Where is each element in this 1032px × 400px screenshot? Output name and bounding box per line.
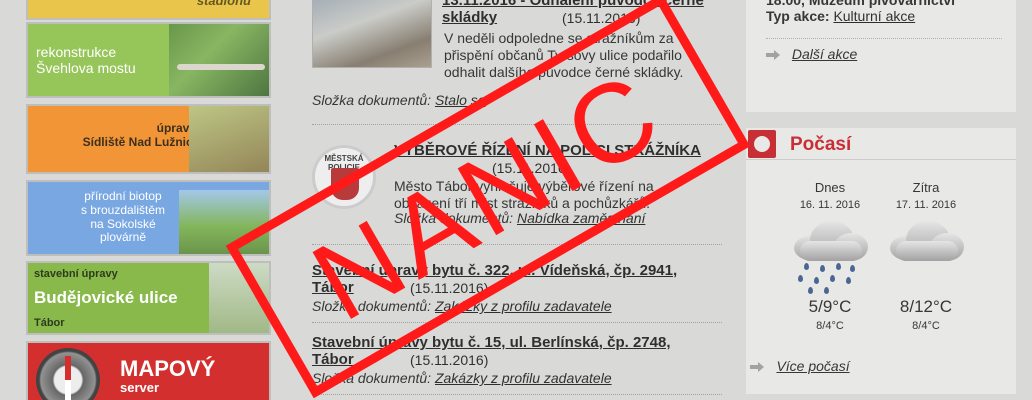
news-2-title[interactable]: VÝBĚROVÉ ŘÍZENÍ NA POLICI STRÁŽNÍKA [394,142,714,159]
biotop-photo [179,190,269,254]
more-weather: Více počasí [750,358,850,376]
weather-day-today: Dnes 16. 11. 2016 5/9°C 8/4°C [780,180,880,332]
news-3-title[interactable]: Stavební úpravy bytu č. 322, ul. Vídeňsk… [312,262,712,297]
weather-temp: 8/12°C [899,297,953,316]
banner-svehlova-label: rekonstrukce Švehlova mostu [36,44,136,77]
banner-biotop-label: přírodní biotop s brouzdalištěm na Sokol… [80,189,166,245]
news-1-date: (15.11.2016) [562,10,641,26]
weather-day-date: 17. 11. 2016 [895,199,957,211]
news-2-text: Město Tábor vyhlašuje výběrové řízení na… [394,178,654,211]
event-type-link[interactable]: Kulturní akce [833,8,915,24]
banner-biotop[interactable]: přírodní biotop s brouzdalištěm na Sokol… [26,180,271,256]
weather-day-tomorrow: Zítra 17. 11. 2016 8/12°C 8/4°C [876,180,976,332]
weather-day-date: 16. 11. 2016 [799,199,861,211]
cloud-icon [876,221,976,295]
banner-svehlova-most[interactable]: rekonstrukce Švehlova mostu [26,22,271,98]
banner-sidliste-label: úpravy Sídliště Nad Lužnicí [82,121,196,149]
event-time-place: 18.00, Muzeum pivovarnictví [766,0,956,8]
news-1-text: V neděli odpoledne se strážníkům za přis… [444,30,684,80]
banner-budej-line1: stavební úpravy [34,268,118,280]
banner-budej-line3: Tábor [34,317,65,329]
banner-budej-line2: Budějovické ulice [34,288,178,307]
compass-icon [36,348,100,400]
news-3-date: (15.11.2016) [410,280,489,296]
divider [312,244,722,245]
bridge-photo [169,24,269,96]
news-4-date: (15.11.2016) [410,352,489,368]
arrow-right-icon [766,50,780,61]
divider [312,322,722,323]
weather-temp-secondary: 8/4°C [912,320,940,332]
news-4-title[interactable]: Stavební úpravy bytu č. 15, ul. Berlínsk… [312,334,712,369]
event-box: 18.00, Muzeum pivovarnictví Typ akce: Ku… [746,0,1016,112]
banner-budejovicka[interactable]: stavební úpravy Budějovické ulice Tábor [26,261,271,335]
news-4-folder: Složka dokumentů: Zakázky z profilu zada… [312,370,612,386]
divider [312,394,722,395]
banner-stadion[interactable]: stadionu [26,0,271,20]
arrow-right-icon [750,361,764,372]
street-photo [209,263,269,333]
weather-temp-secondary: 8/4°C [816,320,844,332]
news-3-folder-link[interactable]: Zakázky z profilu zadavatele [435,298,612,314]
divider [766,38,1002,39]
police-logo[interactable]: MĚSTSKÁ POLICIE [312,145,376,209]
rain-cloud-icon [780,221,880,295]
news-2-date: (15.11.2016) [492,160,571,176]
banner-sidliste[interactable]: úpravy Sídliště Nad Lužnicí [26,104,271,174]
sidliste-photo [189,106,269,172]
weather-day-label: Dnes [814,180,846,195]
weather-temp: 5/9°C [808,297,852,316]
event-type: Typ akce: Kulturní akce [766,8,916,24]
news-2-folder-link[interactable]: Nabídka zaměstnání [517,210,645,226]
more-events: Další akce [766,46,857,62]
weather-logo-icon [748,130,776,158]
more-weather-link[interactable]: Více počasí [776,358,849,374]
news-4-folder-link[interactable]: Zakázky z profilu zadavatele [435,370,612,386]
news-1-folder-link[interactable]: Stalo se [435,92,486,108]
banner-mapa-line1: MAPOVÝ [120,356,216,381]
news-1-folder: Složka dokumentů: Stalo se [312,92,486,108]
weather-widget: Počasí Dnes 16. 11. 2016 5/9°C 8/4°C Zít… [746,128,1016,394]
weather-title: Počasí [790,134,852,155]
banner-mapa-line2: server [120,380,160,395]
news-thumbnail[interactable] [312,0,432,68]
weather-header: Počasí [746,128,1016,160]
news-2-folder: Složka dokumentů: Nabídka zaměstnání [394,210,646,226]
shield-icon [331,168,359,200]
weather-day-label: Zítra [912,180,940,195]
banner-mapovy-server[interactable]: MAPOVÝ server [26,341,271,400]
banner-stadion-label: stadionu [196,0,251,8]
news-3-folder: Složka dokumentů: Zakázky z profilu zada… [312,298,612,314]
divider [312,124,722,125]
more-events-link[interactable]: Další akce [792,46,857,62]
